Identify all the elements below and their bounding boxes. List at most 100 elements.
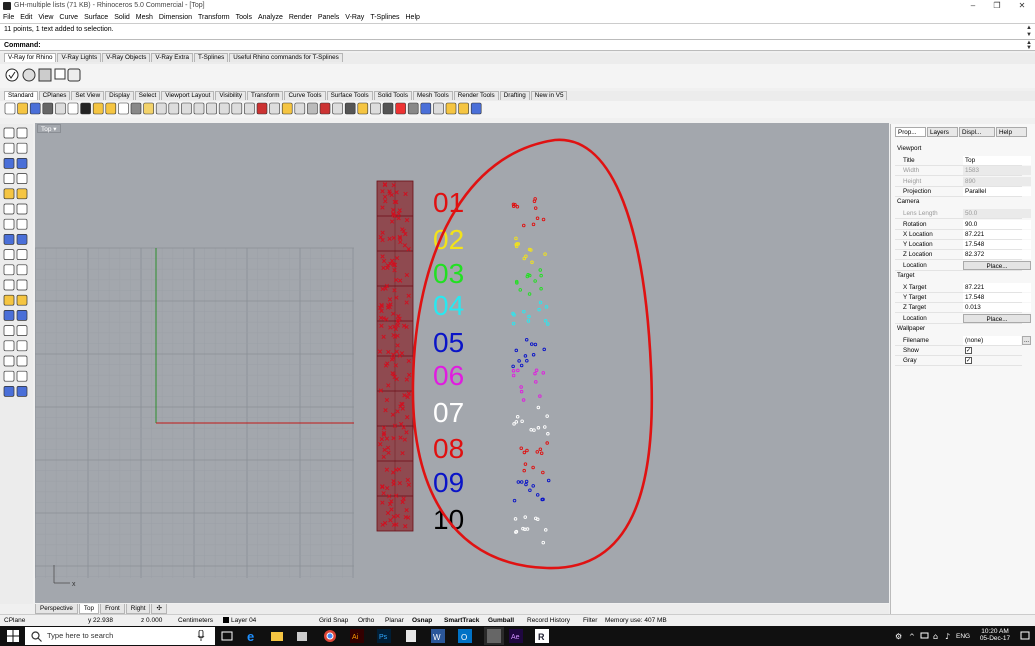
list-label-7[interactable]: 07 bbox=[433, 397, 464, 428]
point[interactable] bbox=[543, 252, 547, 256]
standard-tool-icon[interactable] bbox=[470, 102, 482, 115]
point[interactable] bbox=[544, 305, 549, 309]
standard-tool-icon[interactable] bbox=[29, 102, 41, 115]
illustrator-icon[interactable]: Ai bbox=[350, 629, 364, 643]
point[interactable] bbox=[537, 307, 541, 312]
left-tool-icon[interactable] bbox=[16, 325, 28, 336]
microphone-icon[interactable] bbox=[197, 630, 205, 642]
point[interactable] bbox=[512, 498, 517, 503]
status-toggle-planar[interactable]: Planar bbox=[385, 616, 404, 626]
left-tool-icon[interactable] bbox=[3, 386, 15, 397]
place-camera-button[interactable]: Place... bbox=[963, 260, 1031, 270]
point[interactable] bbox=[521, 398, 526, 402]
standard-tool-icon[interactable] bbox=[231, 102, 243, 115]
point[interactable] bbox=[517, 359, 521, 363]
point[interactable] bbox=[524, 254, 528, 258]
tab-viewport-layout[interactable]: Viewport Layout bbox=[161, 91, 215, 100]
menu-curve[interactable]: Curve bbox=[56, 12, 81, 23]
point[interactable] bbox=[543, 318, 548, 323]
point[interactable] bbox=[511, 373, 516, 378]
left-tool-icon[interactable] bbox=[16, 310, 28, 321]
standard-tool-icon[interactable] bbox=[193, 102, 205, 115]
tab-visibility[interactable]: Visibility bbox=[215, 91, 246, 100]
menu-view[interactable]: View bbox=[35, 12, 56, 23]
left-tool-icon[interactable] bbox=[16, 249, 28, 260]
standard-tool-icon[interactable] bbox=[433, 102, 444, 115]
point[interactable] bbox=[524, 479, 529, 484]
point[interactable] bbox=[546, 432, 550, 436]
close-icon[interactable]: ✕ bbox=[1011, 0, 1033, 12]
menu-v-ray[interactable]: V-Ray bbox=[342, 12, 367, 23]
list-label-2[interactable]: 02 bbox=[433, 224, 464, 255]
scroll-down-icon[interactable]: ▼ bbox=[1025, 32, 1033, 38]
standard-tool-icon[interactable] bbox=[307, 102, 318, 115]
point[interactable] bbox=[532, 428, 536, 432]
filename-value[interactable]: (none) bbox=[963, 335, 1021, 345]
list-label-3[interactable]: 03 bbox=[433, 258, 464, 289]
point[interactable] bbox=[519, 389, 524, 394]
plugin-tab-v-ray-lights[interactable]: V-Ray Lights bbox=[57, 53, 102, 62]
list-label-4[interactable]: 04 bbox=[433, 290, 464, 321]
point[interactable] bbox=[514, 348, 519, 353]
point[interactable] bbox=[519, 363, 524, 368]
point[interactable] bbox=[511, 368, 516, 373]
point-group-1[interactable] bbox=[511, 197, 546, 228]
left-tool-icon[interactable] bbox=[3, 279, 15, 291]
menu-analyze[interactable]: Analyze bbox=[255, 12, 286, 23]
standard-tool-icon[interactable] bbox=[407, 102, 419, 115]
tab-cplanes[interactable]: CPlanes bbox=[38, 91, 71, 100]
viewport-tab-top[interactable]: Top bbox=[78, 604, 100, 614]
point-group-3[interactable] bbox=[514, 268, 543, 296]
plugin-tab-t-splines[interactable]: T-Splines bbox=[194, 53, 229, 62]
notepad-icon[interactable] bbox=[404, 629, 418, 643]
menu-tools[interactable]: Tools bbox=[233, 12, 255, 23]
point-group-8[interactable] bbox=[519, 441, 549, 475]
windows-start-icon[interactable] bbox=[7, 630, 19, 642]
task-view-icon[interactable] bbox=[220, 629, 234, 643]
point[interactable] bbox=[533, 279, 537, 283]
left-tool-icon[interactable] bbox=[3, 218, 15, 230]
menu-dimension[interactable]: Dimension bbox=[156, 12, 195, 23]
word-icon[interactable]: W bbox=[431, 629, 445, 643]
point[interactable] bbox=[536, 426, 541, 430]
left-tool-icon[interactable] bbox=[3, 310, 15, 321]
point[interactable] bbox=[542, 347, 546, 352]
tab-render-tools[interactable]: Render Tools bbox=[453, 91, 499, 100]
taskbar-search-box[interactable]: Type here to search bbox=[25, 627, 215, 645]
left-tool-icon[interactable] bbox=[3, 127, 15, 139]
standard-tool-icon[interactable] bbox=[445, 102, 457, 115]
point[interactable] bbox=[534, 380, 538, 384]
scroll-down-icon[interactable]: ▼ bbox=[1025, 45, 1033, 51]
point[interactable] bbox=[514, 530, 518, 534]
left-tool-icon[interactable] bbox=[3, 203, 15, 215]
chrome-icon[interactable] bbox=[323, 629, 337, 643]
point[interactable] bbox=[520, 419, 524, 423]
plugin-tab-v-ray-extra[interactable]: V-Ray Extra bbox=[151, 53, 193, 62]
standard-tool-icon[interactable] bbox=[55, 102, 66, 115]
panel-tab-help[interactable]: Help bbox=[996, 127, 1027, 137]
standard-tool-icon[interactable] bbox=[370, 102, 381, 115]
point[interactable] bbox=[515, 415, 520, 419]
point[interactable] bbox=[545, 441, 549, 445]
point[interactable] bbox=[534, 516, 538, 521]
standard-tool-icon[interactable] bbox=[206, 102, 217, 115]
left-tool-icon[interactable] bbox=[3, 355, 15, 367]
edge-icon[interactable]: e bbox=[245, 629, 259, 644]
standard-tool-icon[interactable] bbox=[256, 102, 268, 115]
status-toggle-gumball[interactable]: Gumball bbox=[488, 616, 514, 626]
point[interactable] bbox=[511, 321, 516, 326]
language-indicator[interactable]: ENG bbox=[956, 633, 970, 640]
point-group-9[interactable] bbox=[512, 478, 551, 503]
point[interactable] bbox=[535, 450, 540, 454]
left-tool-icon[interactable] bbox=[3, 294, 15, 306]
point-group-4[interactable] bbox=[511, 300, 550, 326]
point[interactable] bbox=[528, 488, 532, 492]
viewport-tab-right[interactable]: Right bbox=[125, 604, 151, 614]
point[interactable] bbox=[513, 517, 518, 521]
standard-tool-icon[interactable] bbox=[420, 102, 432, 115]
left-tool-icon[interactable] bbox=[3, 173, 15, 184]
standard-tool-icon[interactable] bbox=[281, 102, 293, 115]
file-explorer-icon[interactable] bbox=[270, 629, 284, 643]
menu-mesh[interactable]: Mesh bbox=[133, 12, 156, 23]
point[interactable] bbox=[527, 292, 532, 296]
